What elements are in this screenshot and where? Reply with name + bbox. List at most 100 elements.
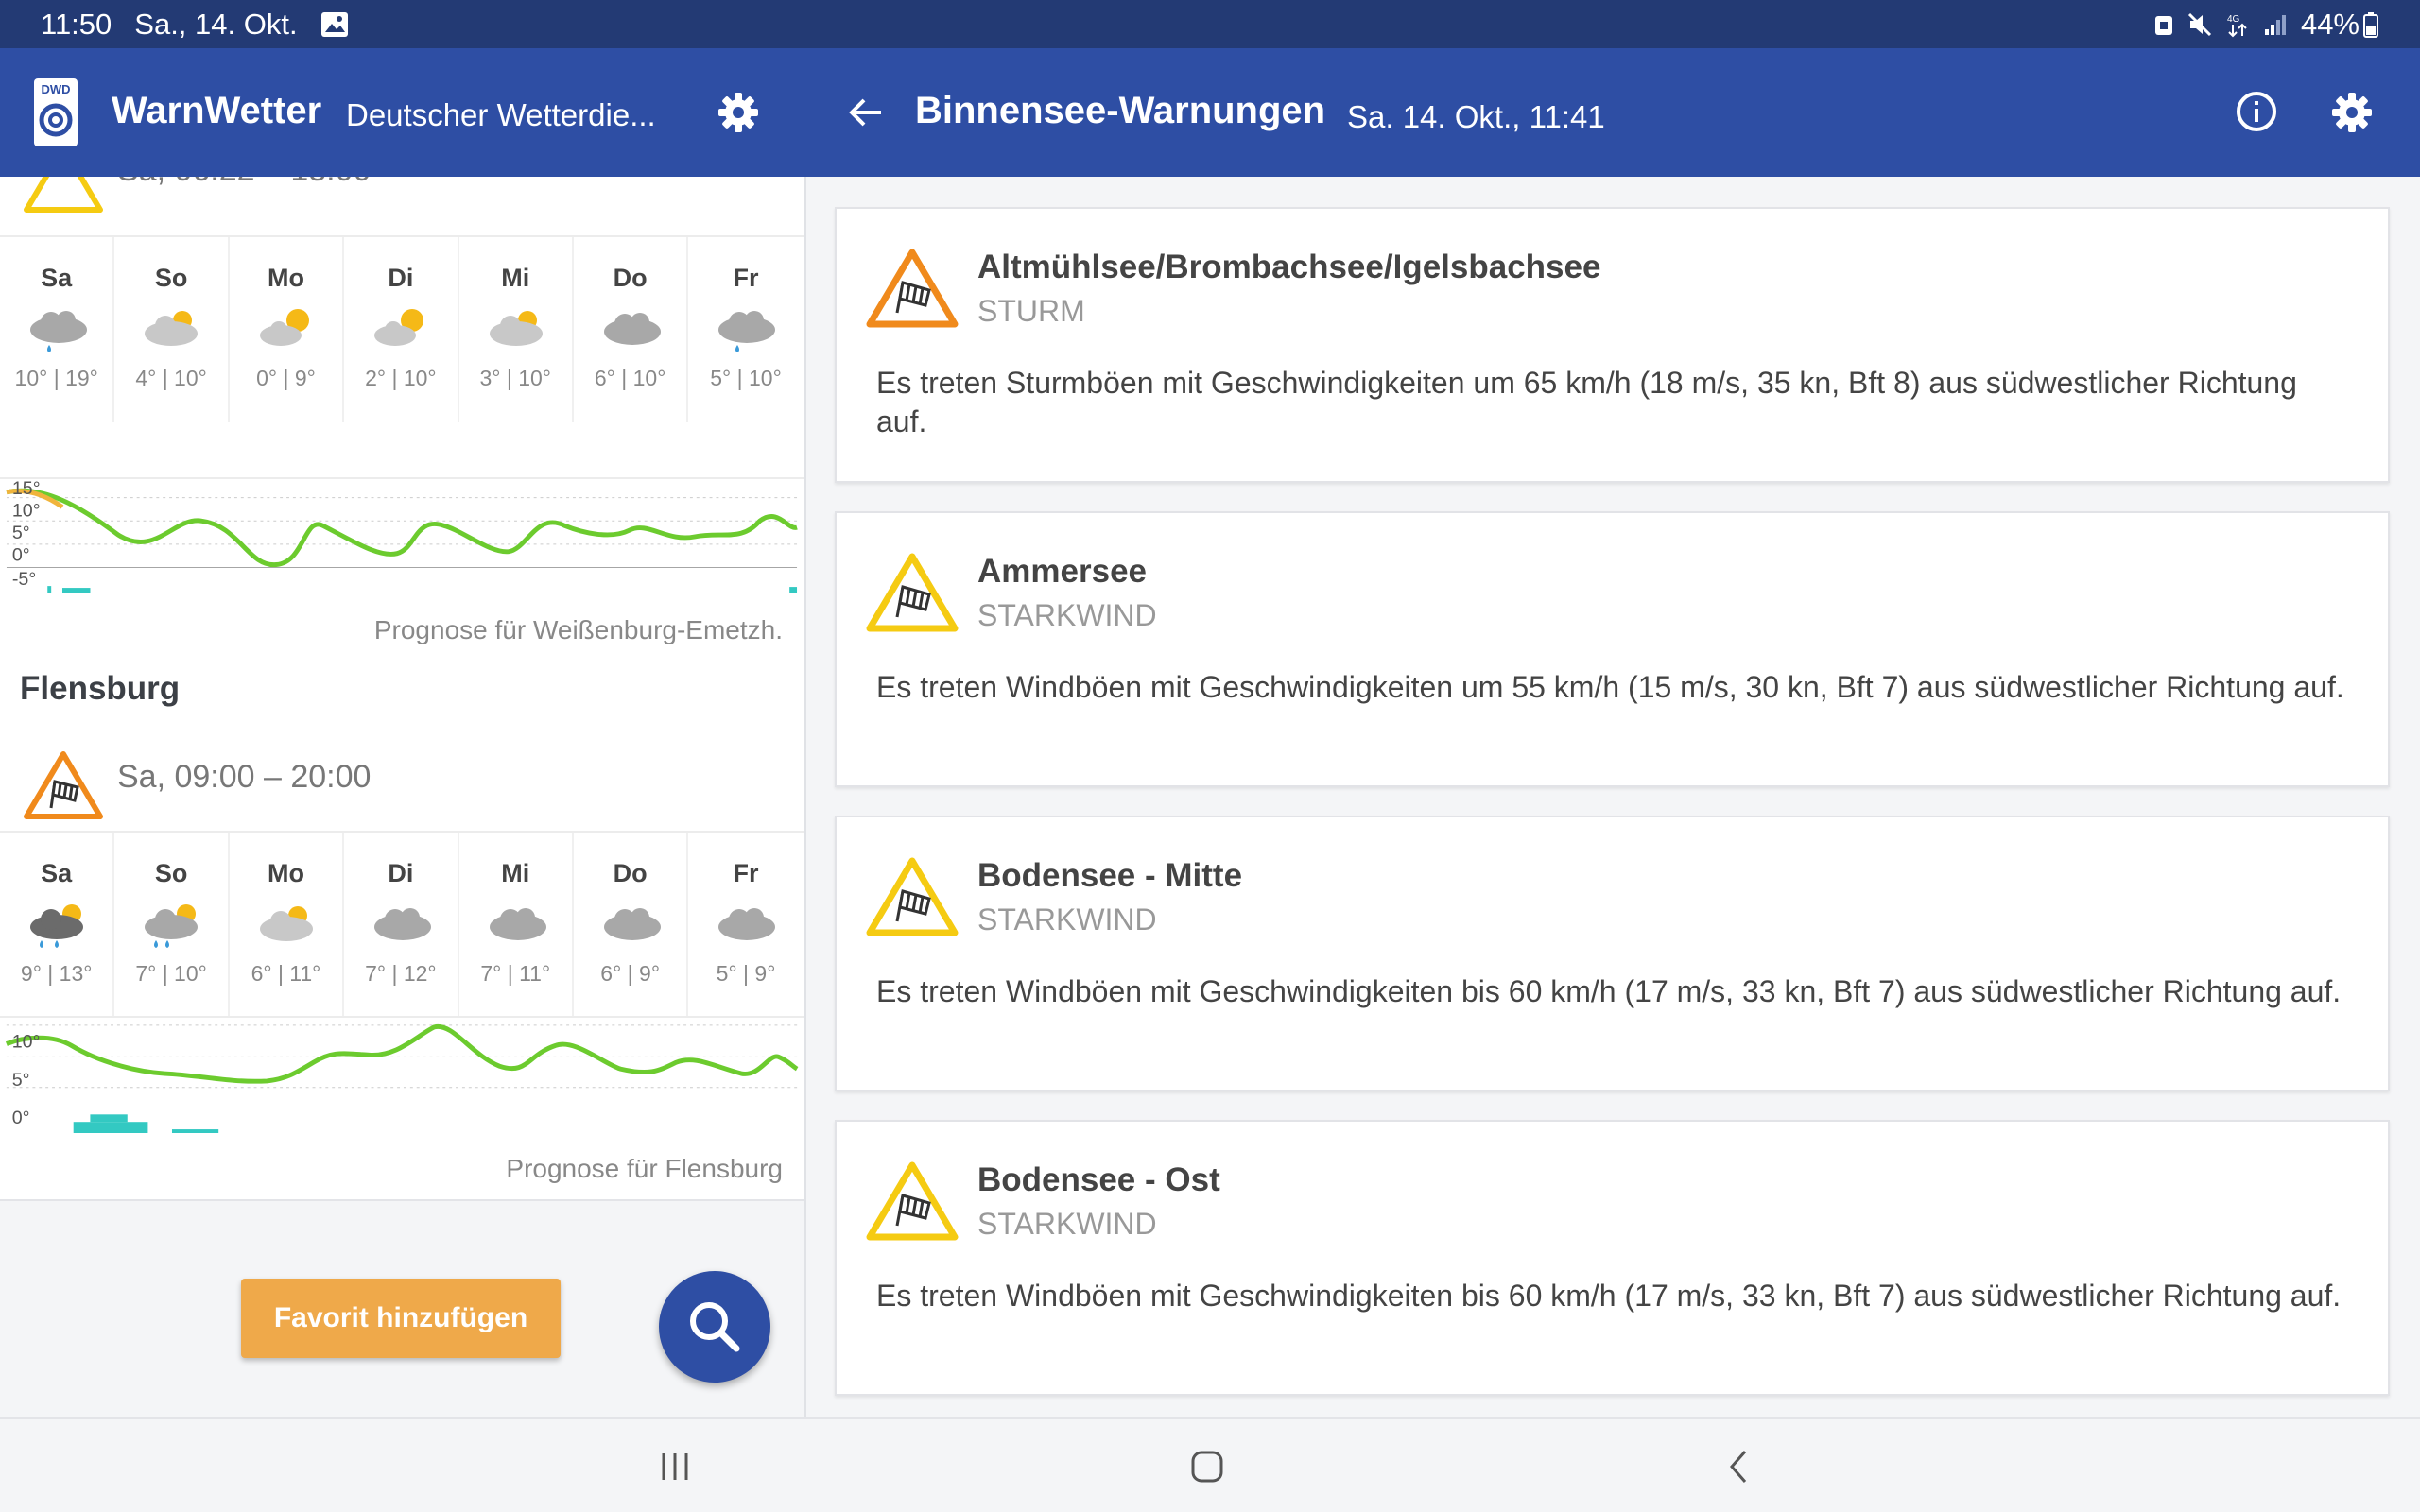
forecast-days: Sa 9° | 13° So 7° | 10° Mo 6° | 11° Di 7… [0,831,804,1018]
forecast-day[interactable]: Di 7° | 12° [344,833,459,1018]
battery-percent: 44% [2300,8,2360,41]
cloud-icon [718,908,776,940]
app-subtitle: Deutscher Wetterdie... [346,97,656,132]
forecast-day[interactable]: So 4° | 10° [114,237,230,422]
temperature-graph: 15° 10° 5° 0° -5° [0,477,804,593]
location-card-flensburg[interactable]: Sa, 09:00 – 20:00 Sa 9° | 13° So 7° | 10… [0,730,804,1201]
system-back-icon[interactable] [1719,1446,1760,1487]
forecast-day[interactable]: Sa 10° | 19° [0,237,115,422]
page-date: Sa. 14. Okt., 11:41 [1347,99,1605,134]
warning-region: Bodensee - Mitte [977,857,1243,894]
rain-sun-cloud-icon [145,904,199,948]
add-favorite-button[interactable]: Favorit hinzufügen [241,1279,561,1358]
warning-card[interactable]: Ammersee STARKWIND Es treten Windböen mi… [835,511,2390,787]
status-date: Sa., 14. Okt. [134,8,298,41]
graph-tick: 0° [12,545,30,566]
settings-gear-icon[interactable] [716,90,761,135]
svg-text:4G: 4G [2227,14,2240,25]
warning-card[interactable]: Altmühlsee/Brombachsee/Igelsbachsee STUR… [835,207,2390,483]
battery-icon [2363,12,2378,38]
forecast-source: Prognose für Flensburg [506,1154,783,1183]
partly-cloudy-icon [259,906,313,941]
forecast-day[interactable]: Sa 9° | 13° [0,833,115,1018]
rain-cloud-icon [30,311,87,352]
recent-apps-icon[interactable] [654,1446,696,1487]
forecast-day[interactable]: Fr 5° | 9° [688,833,803,1018]
dwd-swirl-icon [39,103,73,137]
status-bar: 11:50 Sa., 14. Okt. 4G 44% [0,0,2420,48]
warning-type: STARKWIND [977,902,1157,936]
warning-type: STURM [977,294,1085,328]
wind-warning-icon [866,857,959,936]
warning-text: Es treten Sturmböen mit Geschwindigkeite… [876,366,2297,438]
rain-sun-cloud-icon [30,904,83,948]
wind-warning-icon [24,751,103,819]
forecast-day[interactable]: Mo 6° | 11° [230,833,345,1018]
rain-cloud-icon [718,311,776,352]
4g-data-icon: 4G [2227,14,2247,38]
status-time: 11:50 [41,8,112,41]
graph-tick: 5° [12,523,30,543]
forecast-day[interactable]: Di 2° | 10° [344,237,459,422]
left-app-bar: DWD WarnWetter Deutscher Wetterdie... [0,48,805,177]
graph-tick: 5° [12,1070,30,1091]
warning-text: Es treten Windböen mit Geschwindigkeiten… [876,974,2342,1008]
graph-tick: 10° [12,500,41,521]
app-name: WarnWetter [112,90,322,131]
forecast-day[interactable]: Fr 5° | 10° [688,237,803,422]
mute-icon [2187,12,2212,37]
forecast-day[interactable]: So 7° | 10° [114,833,230,1018]
warning-type: STARKWIND [977,598,1157,632]
forecast-day[interactable]: Mi 3° | 10° [459,237,574,422]
warning-text: Es treten Windböen mit Geschwindigkeiten… [876,1279,2342,1313]
warning-region: Ammersee [977,553,1147,590]
cloud-icon [374,908,432,940]
temperature-graph: 10° 5° 0° [0,1016,804,1133]
graph-tick: 0° [12,1108,30,1128]
info-icon[interactable] [2233,88,2280,135]
wind-warning-icon [24,177,103,213]
right-app-bar: Binnensee-Warnungen Sa. 14. Okt., 11:41 [805,48,2420,177]
warning-text: Es treten Windböen mit Geschwindigkeiten… [876,670,2344,704]
back-arrow-icon[interactable] [843,90,889,135]
settings-gear-icon[interactable] [2329,90,2375,135]
storm-warning-icon [866,249,959,328]
warning-card[interactable]: Bodensee - Mitte STARKWIND Es treten Win… [835,816,2390,1091]
location-list[interactable]: Sa, 06:22 – 18:00 Sa 10° | 19° So 4° | 1… [0,177,804,1418]
forecast-day[interactable]: Do 6° | 10° [574,237,689,422]
warnings-list[interactable]: Altmühlsee/Brombachsee/Igelsbachsee STUR… [806,177,2420,1418]
warning-region: Altmühlsee/Brombachsee/Igelsbachsee [977,249,1601,285]
search-fab[interactable] [659,1271,770,1383]
cloud-icon [603,313,661,345]
forecast-days: Sa 10° | 19° So 4° | 10° Mo 0° | 9° Di 2… [0,235,804,422]
sun-cloud-icon [374,309,424,346]
location-name: Flensburg [20,670,181,707]
forecast-day[interactable]: Mi 7° | 11° [459,833,574,1018]
wind-warning-icon [866,553,959,632]
sun-cloud-icon [259,309,309,346]
signal-icon [2264,15,2286,35]
gallery-notification-icon [320,12,348,37]
warning-time: Sa, 06:22 – 18:00 [117,177,371,189]
partly-cloudy-icon [489,311,543,346]
forecast-day[interactable]: Mo 0° | 9° [230,237,345,422]
home-icon[interactable] [1186,1446,1228,1487]
cloud-icon [603,908,661,940]
wind-warning-icon [866,1161,959,1241]
graph-tick: 10° [12,1031,41,1052]
forecast-day[interactable]: Do 6° | 9° [574,833,689,1018]
warning-region: Bodensee - Ost [977,1161,1220,1198]
search-icon [690,1302,740,1352]
dwd-logo: DWD [34,78,78,146]
warning-type: STARKWIND [977,1207,1157,1241]
warning-time: Sa, 09:00 – 20:00 [117,759,372,795]
partly-cloudy-icon [145,311,199,346]
warning-card[interactable]: Bodensee - Ost STARKWIND Es treten Windb… [835,1120,2390,1396]
system-nav-bar [0,1418,2420,1512]
forecast-source: Prognose für Weißenburg-Emetzh. [373,615,783,644]
graph-tick: -5° [12,569,36,590]
cloud-icon [489,908,546,940]
graph-tick: 15° [12,478,41,499]
page-title: Binnensee-Warnungen [915,90,1326,131]
alarm-icon [2154,16,2172,35]
